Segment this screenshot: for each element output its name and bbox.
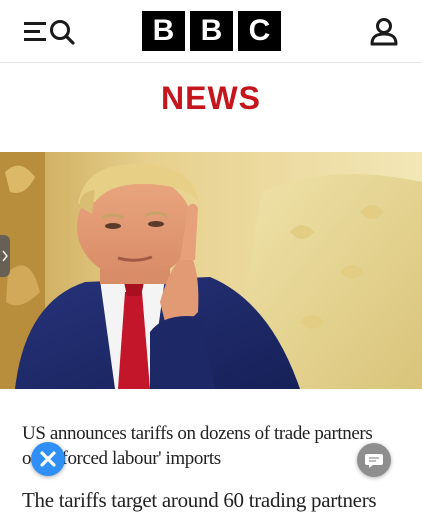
close-button[interactable] (31, 442, 65, 476)
chat-icon (365, 454, 383, 468)
menu-icon (24, 20, 75, 45)
menu-search-button[interactable] (22, 17, 78, 47)
person-icon (370, 18, 398, 46)
side-panel-handle[interactable] (0, 235, 10, 277)
chevron-right-icon (2, 250, 8, 262)
bbc-logo[interactable]: B B C (142, 11, 282, 51)
article-headline[interactable]: US announces tariffs on dozens of trade … (22, 421, 407, 471)
top-bar: B B C (0, 0, 422, 63)
bbc-logo-letter: B (142, 11, 185, 51)
search-icon (50, 20, 75, 45)
article-hero-image[interactable] (0, 152, 422, 389)
bbc-logo-letter: B (190, 11, 233, 51)
bbc-logo-letter: C (238, 11, 281, 51)
account-button[interactable] (368, 16, 400, 48)
article-body-text: The tariffs target around 60 trading par… (22, 488, 377, 512)
page: B B C NEWS US announces tariffs on dozen… (0, 0, 422, 514)
close-icon (40, 451, 56, 467)
chat-button[interactable] (357, 443, 391, 477)
section-title[interactable]: NEWS (0, 78, 422, 118)
